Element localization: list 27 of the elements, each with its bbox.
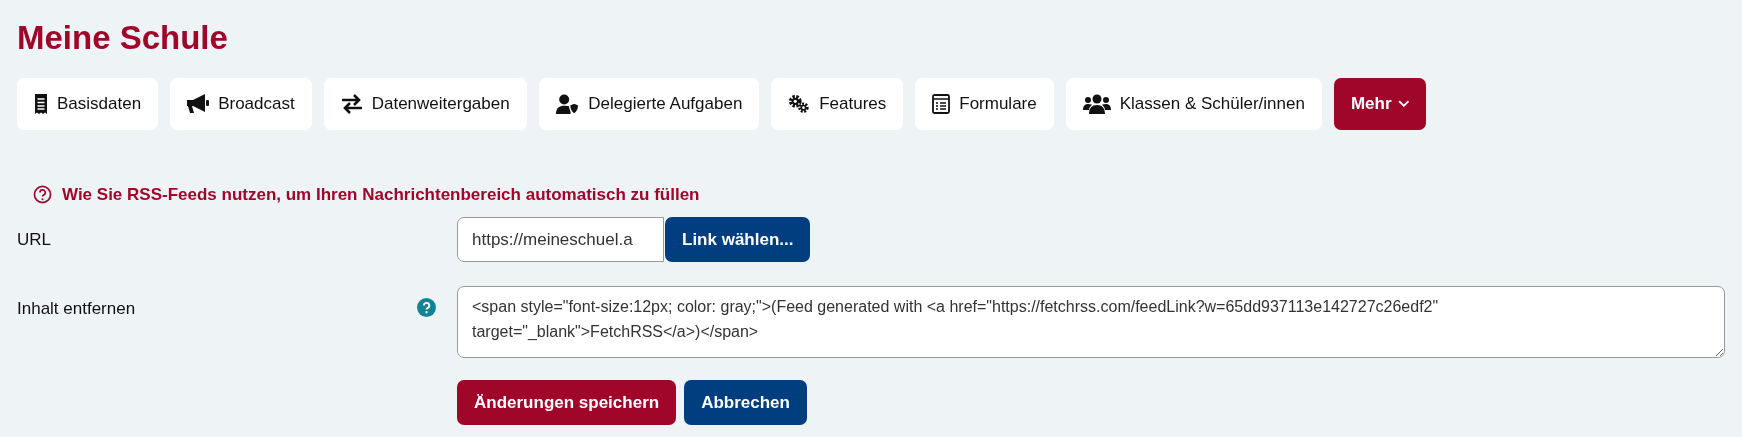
field-label: URL: [17, 229, 52, 252]
gears-icon: [788, 93, 811, 114]
help-icon: [417, 298, 436, 318]
nav-button[interactable]: Datenweitergaben: [323, 77, 527, 130]
chevron-down-icon: [1397, 100, 1410, 108]
page-title: Meine Schule: [17, 18, 229, 58]
nav-button[interactable]: Basisdaten: [17, 77, 159, 130]
form-icon: [932, 93, 951, 114]
arrows-icon: [340, 93, 363, 114]
choose-link-button[interactable]: Link wählen...: [665, 217, 811, 263]
user-shield-icon: [555, 93, 580, 114]
megaphone-icon: [187, 93, 210, 114]
field-label: Inhalt entfernen: [17, 298, 137, 321]
nav-button[interactable]: Delegierte Aufgaben: [538, 77, 760, 130]
nav-button[interactable]: Klassen & Schüler/innen: [1065, 77, 1322, 130]
help-link[interactable]: Wie Sie RSS-Feeds nutzen, um Ihren Nachrichtenbereich automatisch zu füllen: [62, 181, 700, 208]
url-field[interactable]: https://meineschuel.a: [457, 217, 664, 263]
receipt-icon: [34, 93, 48, 114]
save-button[interactable]: Änderungen speichern: [457, 380, 677, 426]
nav-button[interactable]: Formulare: [915, 77, 1054, 130]
users-icon: [1082, 93, 1111, 114]
nav-button[interactable]: Broadcast: [170, 77, 312, 130]
help-circle-icon: [33, 184, 52, 204]
cancel-button[interactable]: Abbrechen: [684, 380, 807, 426]
nav-button[interactable]: Features: [771, 77, 904, 130]
remove-content-field[interactable]: <span style="font-size:12px; color: gray;">(Feed generated with <a href="https://fetchrss.com/feedLink?w=65dd937113e142727c26edf2" target="_blank">FetchRSS</a>)</span>: [457, 286, 1725, 359]
more-dropdown-button[interactable]: Mehr: [1333, 77, 1427, 130]
